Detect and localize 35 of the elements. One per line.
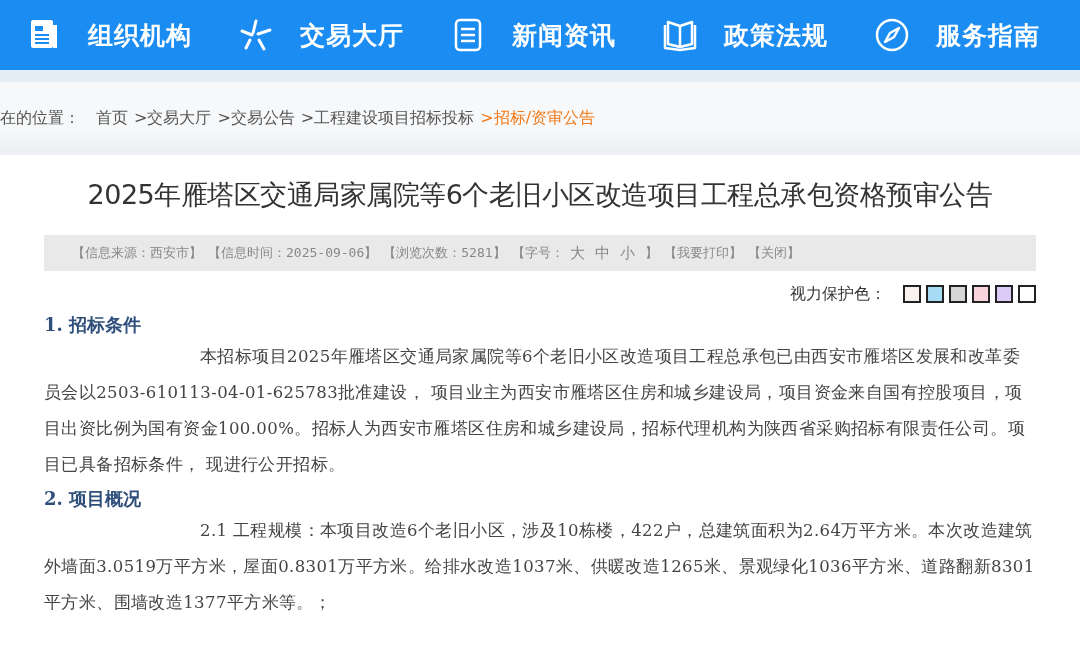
section-heading: 2. 项目概况 <box>44 487 143 511</box>
close-link[interactable]: 【关闭】 <box>747 244 800 262</box>
bracket-text: 】 <box>644 244 658 262</box>
info-source: 【信息来源：西安市】 <box>72 244 202 262</box>
star-icon <box>238 17 274 53</box>
view-count: 【浏览次数：5281】 <box>383 244 506 262</box>
eye-protection-label: 视力保护色： <box>790 283 886 305</box>
font-size-link[interactable]: 大 <box>569 243 585 263</box>
color-swatch[interactable] <box>972 285 990 303</box>
breadcrumb-link[interactable]: >交易大厅 <box>134 108 212 129</box>
nav-link[interactable]: 交易大厅 <box>238 17 404 53</box>
color-swatch[interactable] <box>926 285 944 303</box>
breadcrumb-link[interactable]: >工程建设项目招标投标 <box>300 108 475 129</box>
location-label: 在的位置： <box>0 108 80 129</box>
color-swatch[interactable] <box>949 285 967 303</box>
paragraph: 本招标项目2025年雁塔区交通局家属院等6个老旧小区改造项目工程总承包已由西安市雁塔区发展和改革委员会以2503-610113-04-01-625783批准建设， 项目业主为西安市雁塔区住房和城乡建设局，项目资金来自国有控股项目，项目出资比例为国有资金100.00%。招标人为西安市雁塔区住房和城乡建设局，招标代理机构为陕西省采购招标有限责任公司。项目已具备招标条件， 现进行公开招标。 <box>44 346 1026 476</box>
font-size-link[interactable]: 小 <box>619 243 635 263</box>
nav-link[interactable]: 政策法规 <box>662 17 828 53</box>
nav-link[interactable]: 新闻资讯 <box>450 17 616 53</box>
nav-link[interactable]: 服务指南 <box>874 17 1040 53</box>
color-swatch[interactable] <box>995 285 1013 303</box>
breadcrumb-link[interactable]: >招标/资审公告 <box>480 108 595 129</box>
breadcrumb-link[interactable]: 首页 <box>96 108 128 129</box>
color-swatch[interactable] <box>903 285 921 303</box>
article-title: 2025年雁塔区交通局家属院等6个老旧小区改造项目工程总承包资格预审公告 <box>86 178 994 212</box>
breadcrumb-link[interactable]: >交易公告 <box>217 108 295 129</box>
color-swatch[interactable] <box>1018 285 1036 303</box>
print-link[interactable]: 【我要打印】 <box>663 244 742 262</box>
compass-icon <box>874 17 910 53</box>
section-heading: 1. 招标条件 <box>44 313 143 337</box>
font-size-link[interactable]: 中 <box>594 243 610 263</box>
font-size-label: 【字号： <box>511 244 564 262</box>
paragraph: 2.1 工程规模：本项目改造6个老旧小区，涉及10栋楼，422户，总建筑面积为2.64万平方米。本次改造建筑外墙面3.0519万平方米，屋面0.8301万平方米。给排水改造1037米、供暖改造1265米、景观绿化1036平方米、道路翻新8301平方米、围墙改造1377平方米等。； <box>44 520 1036 614</box>
nav-link[interactable]: 组织机构 <box>26 17 192 53</box>
info-time: 【信息时间：2025-09-06】 <box>208 244 378 262</box>
